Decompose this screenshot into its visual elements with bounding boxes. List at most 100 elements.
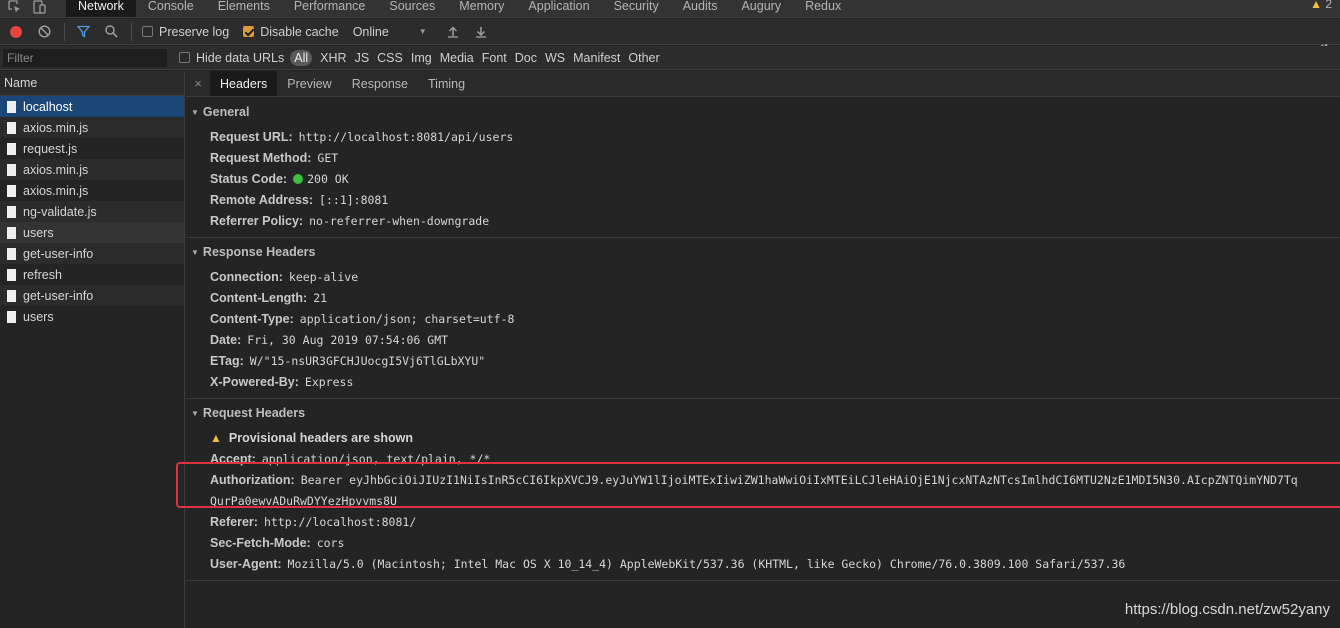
header-value: keep-alive: [288, 269, 359, 284]
tab-console[interactable]: Console: [136, 0, 206, 17]
header-value: Express: [304, 374, 354, 389]
filter-type-doc[interactable]: Doc: [515, 51, 537, 65]
watermark: https://blog.csdn.net/zw52yany: [1124, 601, 1330, 618]
header-row: Connection: keep-alive: [186, 266, 1340, 287]
name-column-header[interactable]: Name: [0, 71, 184, 96]
preserve-log-label: Preserve log: [159, 24, 230, 39]
response-headers-section: ▼ Response Headers Connection: keep-alive …: [186, 238, 1340, 399]
request-row[interactable]: axios.min.js: [0, 180, 184, 201]
filter-type-css[interactable]: CSS: [377, 51, 403, 65]
disable-cache-checkbox[interactable]: Disable cache: [243, 25, 339, 39]
filter-type-all[interactable]: All: [290, 49, 313, 66]
tab-audits[interactable]: Audits: [671, 0, 730, 17]
hide-data-urls-checkbox[interactable]: Hide data URLs: [179, 51, 284, 65]
tab-response[interactable]: Response: [342, 71, 418, 96]
warning-counter[interactable]: ▲ 2: [1310, 0, 1332, 11]
request-row[interactable]: axios.min.js: [0, 159, 184, 180]
header-row: User-Agent: Mozilla/5.0 (Macintosh; Intel…: [186, 553, 1340, 574]
filter-type-other[interactable]: Other: [628, 51, 659, 65]
throttling-select[interactable]: Online ▼: [353, 25, 427, 39]
import-har-icon[interactable]: [445, 24, 461, 40]
header-value: http://localhost:8081/api/users: [298, 129, 514, 144]
clear-icon[interactable]: [36, 24, 52, 40]
request-name: axios.min.js: [23, 120, 89, 135]
inspect-element-icon[interactable]: [8, 0, 22, 17]
export-har-icon[interactable]: [473, 24, 489, 40]
file-icon: [7, 226, 16, 239]
warning-text: Provisional headers are shown: [228, 430, 413, 445]
caret-down-icon: ▼: [191, 247, 199, 257]
header-row: Request Method: GET: [186, 147, 1340, 168]
header-row: Request URL: http://localhost:8081/api/us…: [186, 126, 1340, 147]
tab-elements[interactable]: Elements: [206, 0, 282, 17]
filter-type-ws[interactable]: WS: [545, 51, 565, 65]
request-row[interactable]: refresh: [0, 264, 184, 285]
toolbar-divider: [131, 22, 132, 41]
tab-sources[interactable]: Sources: [377, 0, 447, 17]
file-icon: [7, 247, 16, 260]
request-row[interactable]: get-user-info: [0, 285, 184, 306]
request-name: axios.min.js: [23, 162, 89, 177]
tab-preview[interactable]: Preview: [277, 71, 341, 96]
header-key: Referrer Policy:: [210, 213, 304, 228]
header-value: application/json; charset=utf-8: [299, 311, 515, 326]
search-icon[interactable]: [103, 24, 119, 40]
header-row: ETag: W/"15-nsUR3GFCHJUocgI5Vj6TlGLbXYU": [186, 350, 1340, 371]
header-value: Fri, 30 Aug 2019 07:54:06 GMT: [247, 332, 449, 347]
filter-type-font[interactable]: Font: [482, 51, 507, 65]
request-row[interactable]: localhost: [0, 96, 184, 117]
checkbox-box[interactable]: [179, 52, 190, 63]
file-icon: [7, 268, 16, 281]
filter-icon[interactable]: [75, 24, 91, 40]
detail-tab-bar: × Headers Preview Response Timing: [186, 71, 1340, 97]
tab-timing[interactable]: Timing: [418, 71, 475, 96]
filter-type-img[interactable]: Img: [411, 51, 432, 65]
caret-down-icon: ▼: [191, 408, 199, 418]
authorization-highlight-box: [176, 462, 1340, 508]
tab-headers[interactable]: Headers: [210, 71, 278, 96]
headers-panel: ▼ General Request URL: http://localhost:80…: [186, 98, 1340, 628]
request-name: axios.min.js: [23, 183, 89, 198]
tab-redux[interactable]: Redux: [793, 0, 853, 17]
record-icon[interactable]: [8, 24, 24, 40]
header-key: Date:: [210, 332, 242, 347]
tab-augury[interactable]: Augury: [729, 0, 793, 17]
request-name: users: [23, 225, 54, 240]
device-toolbar-icon[interactable]: [32, 0, 46, 17]
filter-type-media[interactable]: Media: [440, 51, 474, 65]
close-icon[interactable]: ×: [186, 71, 210, 96]
tab-network[interactable]: Network: [66, 0, 136, 17]
caret-down-icon: ▼: [191, 107, 199, 117]
request-row[interactable]: ng-validate.js: [0, 201, 184, 222]
request-row[interactable]: request.js: [0, 138, 184, 159]
section-header-general[interactable]: ▼ General: [186, 98, 1340, 126]
header-value: [::1]:8081: [319, 192, 389, 207]
tab-memory[interactable]: Memory: [447, 0, 516, 17]
preserve-log-checkbox[interactable]: Preserve log: [142, 25, 229, 39]
section-header-request[interactable]: ▼ Request Headers: [186, 399, 1340, 427]
request-name: ng-validate.js: [23, 204, 97, 219]
warning-icon: ▲: [1310, 0, 1322, 11]
request-row[interactable]: users: [0, 222, 184, 243]
section-header-response[interactable]: ▼ Response Headers: [186, 238, 1340, 266]
tab-performance[interactable]: Performance: [282, 0, 378, 17]
request-row[interactable]: get-user-info: [0, 243, 184, 264]
header-value: W/"15-nsUR3GFCHJUocgI5Vj6TlGLbXYU": [249, 353, 486, 368]
filter-type-manifest[interactable]: Manifest: [573, 51, 620, 65]
checkbox-box-checked[interactable]: [243, 26, 255, 37]
checkbox-box[interactable]: [142, 26, 153, 37]
status-ok-icon: [293, 173, 304, 184]
dropdown-arrow-icon: ▼: [418, 27, 427, 36]
header-value: cors: [316, 535, 345, 550]
file-icon: [7, 163, 16, 176]
tab-application[interactable]: Application: [516, 0, 601, 17]
request-row[interactable]: axios.min.js: [0, 117, 184, 138]
filter-type-xhr[interactable]: XHR: [320, 51, 346, 65]
filter-input[interactable]: [3, 48, 167, 67]
tab-security[interactable]: Security: [602, 0, 671, 17]
request-row[interactable]: users: [0, 306, 184, 327]
header-row: Date: Fri, 30 Aug 2019 07:54:06 GMT: [186, 329, 1340, 350]
request-name: refresh: [23, 267, 62, 282]
filter-type-js[interactable]: JS: [355, 51, 370, 65]
request-name: request.js: [23, 141, 78, 156]
